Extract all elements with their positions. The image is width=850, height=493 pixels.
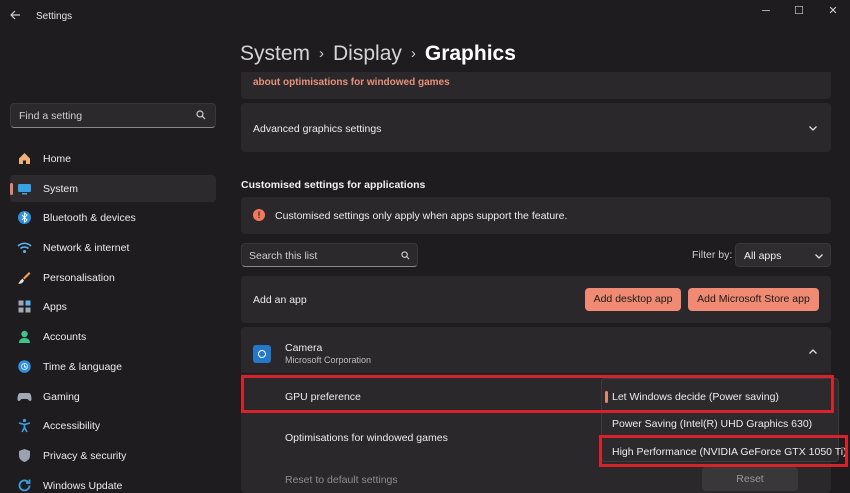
minimize-button[interactable]: ─ [750, 2, 782, 20]
chevron-down-icon[interactable] [808, 123, 818, 133]
sidebar-item-bluetooth[interactable]: Bluetooth & devices [10, 204, 216, 231]
find-setting-search[interactable]: Find a setting [10, 103, 216, 128]
divider [241, 373, 831, 374]
accounts-icon [19, 330, 30, 344]
gamepad-icon [17, 392, 32, 401]
sidebar-item-system[interactable]: System [10, 174, 216, 202]
close-button[interactable]: ✕ [817, 2, 849, 20]
sidebar-item-windows-update[interactable]: Windows Update [10, 472, 216, 493]
sidebar-item-label: Gaming [43, 390, 80, 403]
list-search-placeholder: Search this list [249, 250, 318, 262]
sidebar-item-label: System [43, 182, 79, 195]
sidebar-item-network[interactable]: Network & internet [10, 234, 216, 261]
accessibility-icon [18, 419, 31, 433]
sidebar-item-label: Accessibility [43, 420, 101, 433]
sidebar-item-apps[interactable]: Apps [10, 293, 216, 320]
sidebar-item-label: Network & internet [43, 242, 130, 255]
filter-label: Filter by: [692, 249, 733, 261]
title-bar: Settings ─ ☐ ✕ [0, 0, 850, 34]
sidebar-item-label: Privacy & security [43, 449, 127, 462]
add-store-app-button[interactable]: Add Microsoft Store app [688, 288, 819, 311]
globe-icon [18, 360, 31, 373]
apps-icon [18, 300, 31, 313]
breadcrumb-separator: › [410, 45, 416, 62]
info-text: Customised settings only apply when apps… [275, 210, 568, 222]
back-arrow-icon[interactable] [9, 9, 23, 23]
search-icon [401, 251, 410, 260]
sidebar-item-gaming[interactable]: Gaming [10, 383, 216, 410]
page-title: Graphics [424, 42, 516, 65]
filter-dropdown[interactable]: All apps [735, 243, 831, 267]
breadcrumb-separator: › [319, 45, 325, 62]
add-app-label: Add an app [253, 294, 307, 306]
sidebar-item-personalisation[interactable]: Personalisation [10, 264, 216, 291]
reset-label: Reset to default settings [285, 474, 398, 486]
sidebar-nav: Home System Bluetooth & devices Network … [10, 145, 216, 493]
camera-icon [253, 345, 271, 363]
sidebar-item-label: Apps [43, 301, 67, 314]
sidebar-item-label: Bluetooth & devices [43, 212, 136, 225]
breadcrumb-system[interactable]: System [240, 42, 310, 65]
brush-icon [18, 271, 31, 284]
highlight-high-performance [599, 435, 848, 467]
chevron-down-icon [815, 254, 823, 259]
search-icon [196, 110, 206, 120]
network-icon [17, 242, 32, 254]
reset-button[interactable]: Reset [702, 467, 798, 491]
sidebar-item-accounts[interactable]: Accounts [10, 323, 216, 350]
highlight-gpu-preference [241, 375, 834, 413]
sidebar-item-label: Windows Update [43, 479, 123, 492]
advanced-graphics-label: Advanced graphics settings [253, 123, 382, 135]
sidebar-item-privacy[interactable]: Privacy & security [10, 442, 216, 469]
sidebar-item-label: Personalisation [43, 271, 115, 284]
shield-icon [19, 448, 30, 462]
gpu-option-power-saving[interactable]: Power Saving (Intel(R) UHD Graphics 630) [612, 418, 812, 430]
search-placeholder: Find a setting [19, 110, 83, 122]
sidebar-item-label: Home [43, 153, 72, 165]
active-indicator [10, 182, 13, 195]
windowed-games-link[interactable]: about optimisations for windowed games [253, 77, 450, 88]
sidebar-item-home[interactable]: Home [10, 145, 216, 172]
app-name: Camera [285, 342, 323, 354]
app-publisher: Microsoft Corporation [285, 355, 372, 365]
bluetooth-icon [18, 211, 31, 225]
home-icon [19, 153, 30, 164]
update-icon [18, 479, 31, 491]
sidebar-item-time-language[interactable]: Time & language [10, 353, 216, 380]
sidebar-item-label: Time & language [43, 360, 122, 373]
windowed-optimisations-label: Optimisations for windowed games [285, 432, 448, 444]
sidebar-item-label: Accounts [43, 331, 87, 344]
add-desktop-app-button[interactable]: Add desktop app [585, 288, 681, 311]
maximize-button[interactable]: ☐ [783, 2, 815, 20]
sidebar-item-accessibility[interactable]: Accessibility [10, 412, 216, 439]
breadcrumb: System › Display › Graphics [240, 42, 516, 66]
filter-value: All apps [744, 250, 782, 262]
info-icon [253, 209, 265, 221]
section-title: Customised settings for applications [241, 179, 426, 191]
system-icon [18, 183, 31, 195]
list-search-input[interactable]: Search this list [241, 243, 418, 267]
breadcrumb-display[interactable]: Display [333, 42, 402, 65]
window-title: Settings [36, 11, 73, 22]
chevron-up-icon[interactable] [808, 347, 818, 357]
